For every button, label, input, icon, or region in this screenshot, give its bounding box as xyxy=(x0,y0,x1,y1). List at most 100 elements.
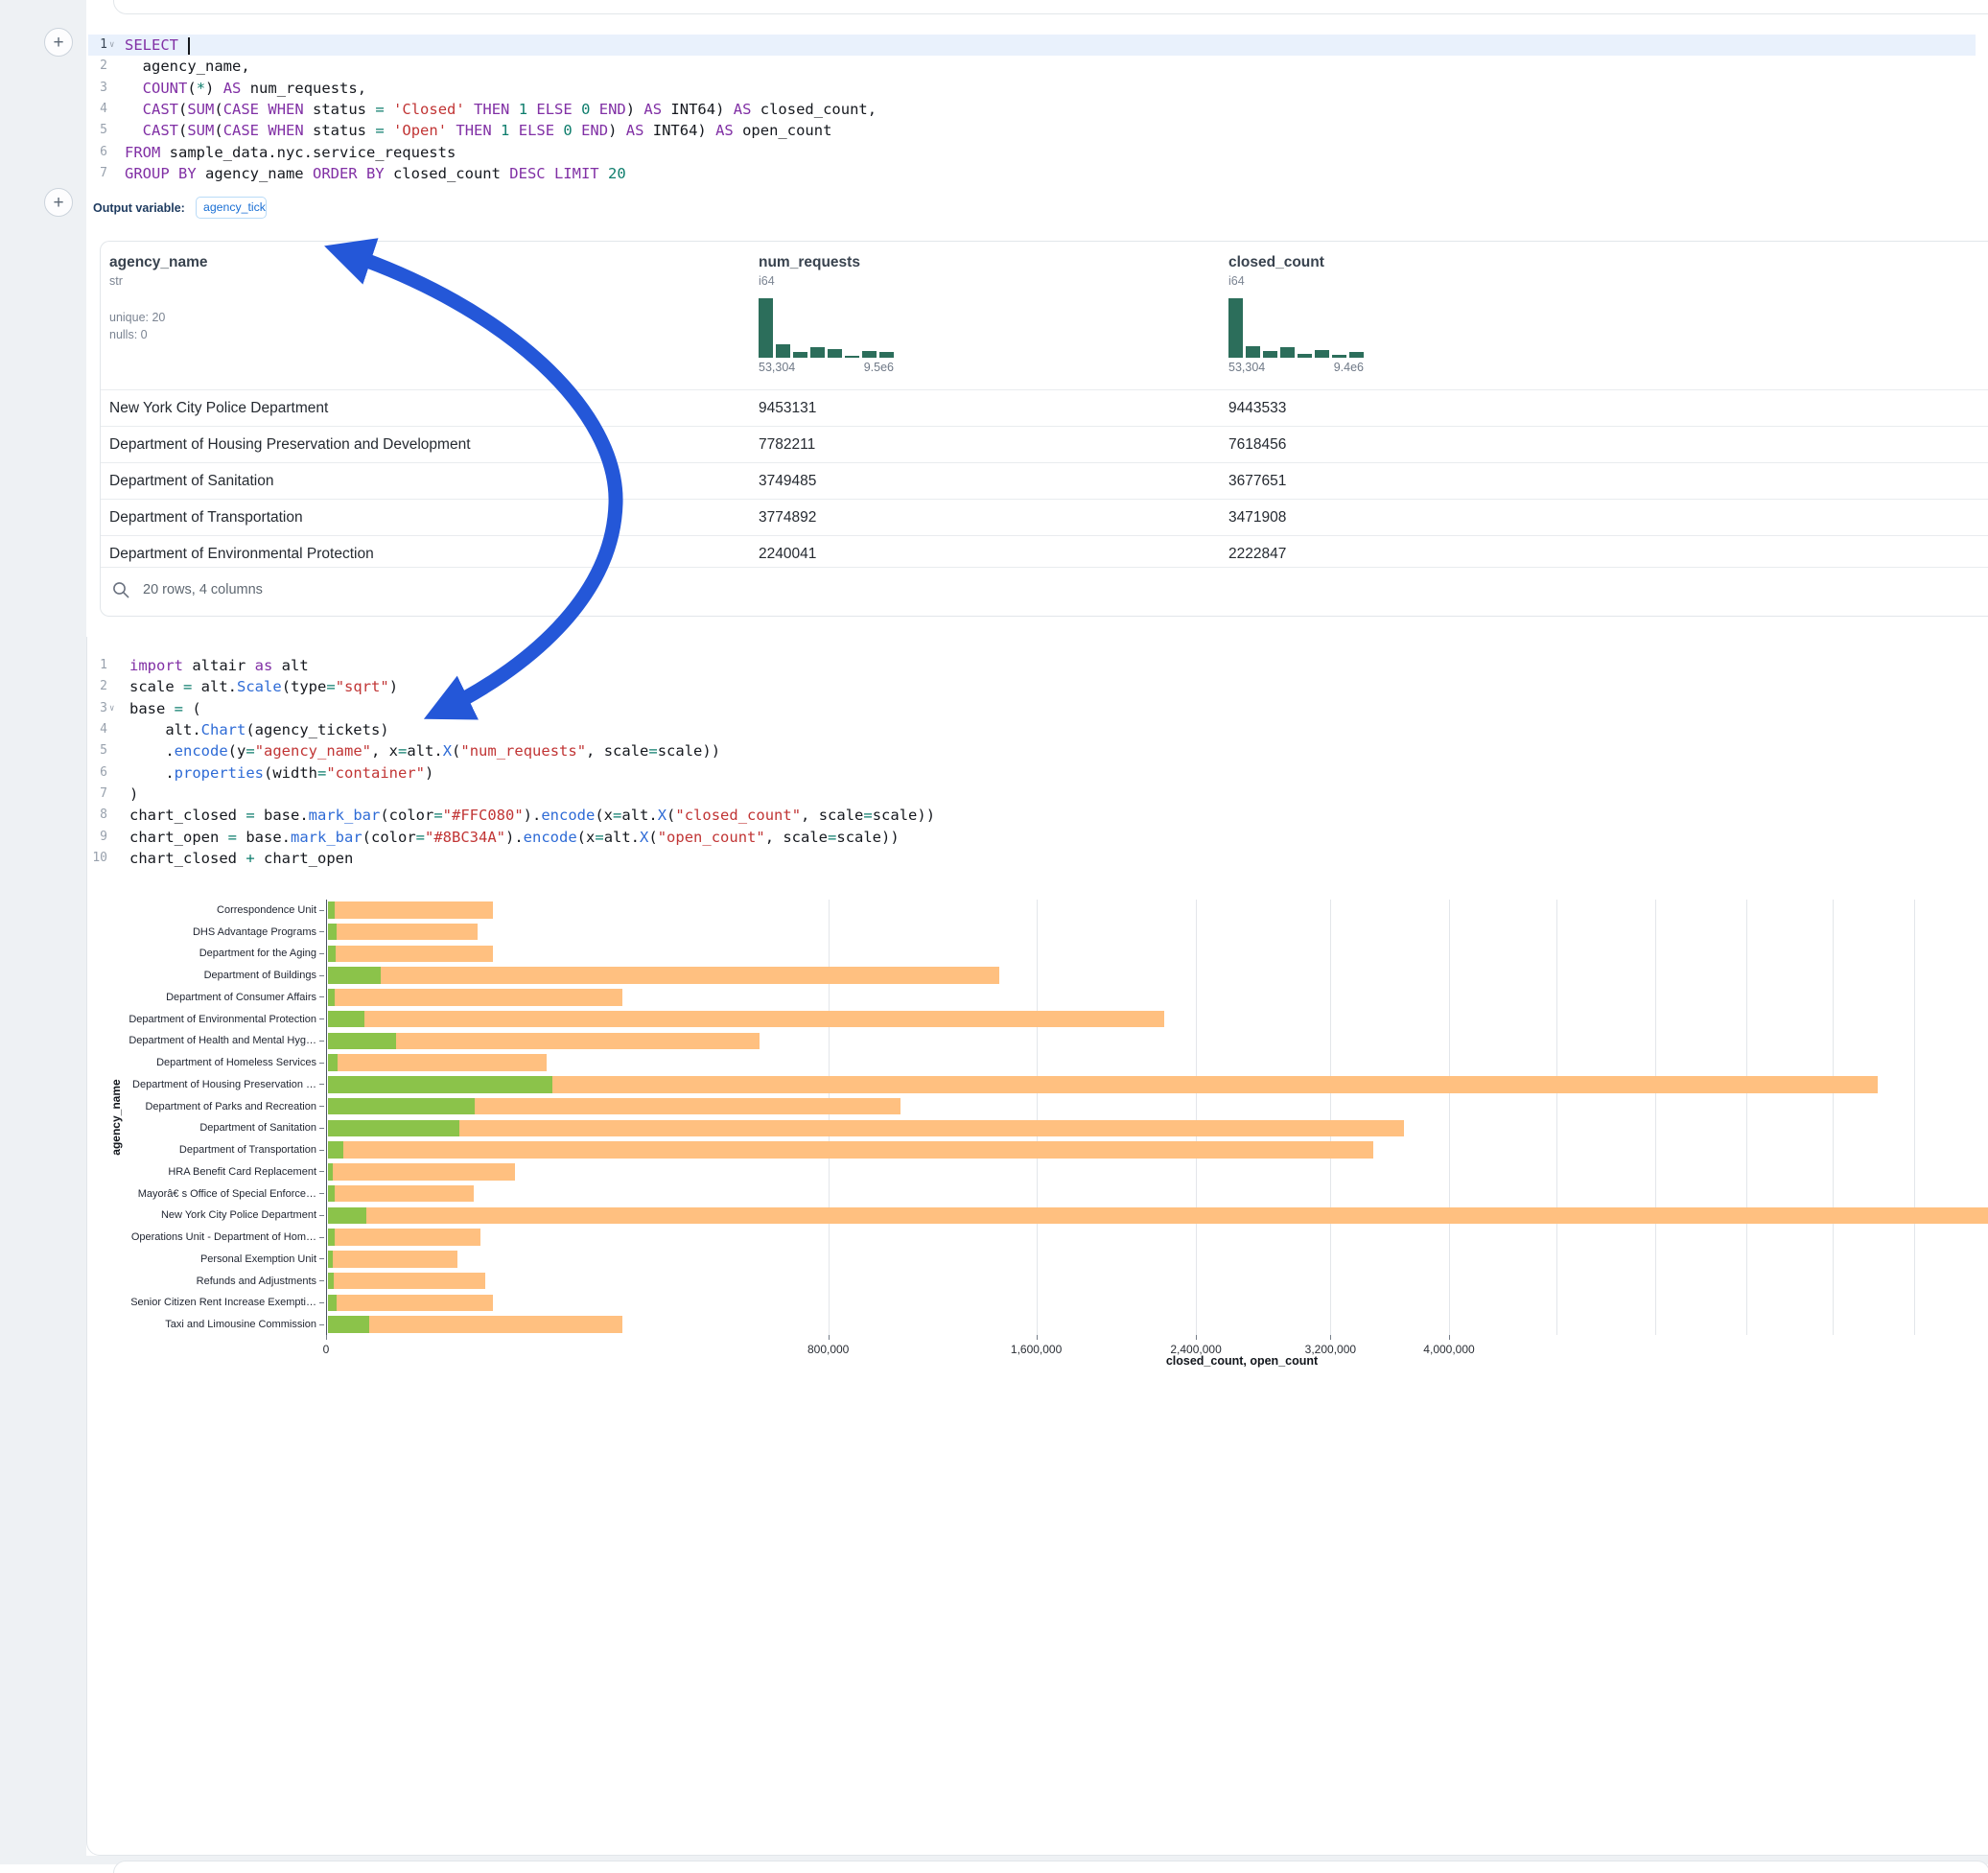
y-axis-label: Taxi and Limousine Commission xyxy=(88,1319,316,1330)
bar-open xyxy=(328,1251,333,1268)
x-tick-label: 0 xyxy=(323,1343,330,1356)
y-tick-mark xyxy=(319,1018,324,1019)
y-tick-mark xyxy=(319,996,324,997)
bar-closed xyxy=(328,1251,457,1268)
x-tick-label: 3,200,000 xyxy=(1305,1343,1356,1356)
bar-closed xyxy=(328,1120,1405,1137)
y-tick-mark xyxy=(319,910,324,911)
y-axis-label: Department of Homeless Services xyxy=(88,1057,316,1068)
y-tick-mark xyxy=(319,1193,324,1194)
gridline xyxy=(1330,900,1331,1336)
bar-open xyxy=(328,1076,552,1093)
y-tick-mark xyxy=(319,1215,324,1216)
bar-closed xyxy=(328,1207,1988,1225)
y-axis-label: Department of Sanitation xyxy=(88,1122,316,1134)
bar-open xyxy=(328,1185,335,1203)
gridline xyxy=(1746,900,1747,1336)
bar-chart: agency_name closed_count, open_count Cor… xyxy=(0,0,1988,1864)
bar-closed xyxy=(328,967,999,984)
y-axis-label: Department of Consumer Affairs xyxy=(88,992,316,1003)
y-axis-label: Department of Buildings xyxy=(88,970,316,981)
y-axis-label: Department of Housing Preservation … xyxy=(88,1079,316,1090)
bar-open xyxy=(328,967,382,984)
y-tick-mark xyxy=(319,1280,324,1281)
bar-open xyxy=(328,1163,334,1181)
gridline xyxy=(829,900,830,1336)
bar-closed xyxy=(328,989,622,1006)
y-tick-mark xyxy=(319,1171,324,1172)
y-axis-label: Mayorâ€ s Office of Special Enforce… xyxy=(88,1188,316,1200)
y-tick-mark xyxy=(319,1150,324,1151)
next-cell-top-edge xyxy=(113,1861,1988,1873)
y-tick-mark xyxy=(319,1041,324,1042)
gridline xyxy=(1196,900,1197,1336)
y-tick-mark xyxy=(319,975,324,976)
bar-open xyxy=(328,1033,397,1050)
x-tick-mark xyxy=(1449,1335,1450,1340)
bar-closed xyxy=(328,1141,1374,1159)
bar-open xyxy=(328,901,335,919)
x-tick-label: 1,600,000 xyxy=(1011,1343,1062,1356)
bar-open xyxy=(328,1295,337,1312)
y-axis-label: Refunds and Adjustments xyxy=(88,1276,316,1287)
y-axis-label: Department of Parks and Recreation xyxy=(88,1101,316,1112)
gridline xyxy=(1449,900,1450,1336)
y-tick-mark xyxy=(319,1106,324,1107)
x-tick-label: 4,000,000 xyxy=(1423,1343,1474,1356)
bar-closed xyxy=(328,1076,1878,1093)
y-axis-label: Department of Health and Mental Hyg… xyxy=(88,1035,316,1046)
y-axis-line xyxy=(326,900,327,1336)
bar-open xyxy=(328,946,336,963)
bar-open xyxy=(328,1207,367,1225)
bar-open xyxy=(328,1054,338,1071)
gridline xyxy=(1655,900,1656,1336)
y-tick-mark xyxy=(319,953,324,954)
gridline xyxy=(1833,900,1834,1336)
gridline xyxy=(1914,900,1915,1336)
x-tick-mark xyxy=(1196,1335,1197,1340)
x-tick-label: 2,400,000 xyxy=(1170,1343,1221,1356)
bar-closed xyxy=(328,946,494,963)
x-tick-mark xyxy=(1330,1335,1331,1340)
y-tick-mark xyxy=(319,1302,324,1303)
y-axis-label: Department of Transportation xyxy=(88,1144,316,1156)
bar-closed xyxy=(328,1316,622,1333)
y-tick-mark xyxy=(319,1324,324,1325)
bar-closed xyxy=(328,1163,515,1181)
bar-open xyxy=(328,1316,370,1333)
bar-closed xyxy=(328,901,494,919)
bar-closed xyxy=(328,1054,547,1071)
x-tick-mark xyxy=(326,1335,327,1340)
bar-open xyxy=(328,1141,343,1159)
y-axis-label: Department for the Aging xyxy=(88,948,316,959)
bar-open xyxy=(328,924,337,941)
y-tick-mark xyxy=(319,1128,324,1129)
y-axis-label: New York City Police Department xyxy=(88,1209,316,1221)
gridline xyxy=(1556,900,1557,1336)
bar-open xyxy=(328,1229,336,1246)
y-tick-mark xyxy=(319,931,324,932)
bar-closed xyxy=(328,1011,1165,1028)
y-axis-label: DHS Advantage Programs xyxy=(88,926,316,938)
y-tick-mark xyxy=(319,1084,324,1085)
bar-closed xyxy=(328,1185,474,1203)
bar-closed xyxy=(328,1273,486,1290)
y-axis-label: Department of Environmental Protection xyxy=(88,1014,316,1025)
x-tick-mark xyxy=(1037,1335,1038,1340)
y-tick-mark xyxy=(319,1258,324,1259)
y-tick-mark xyxy=(319,1237,324,1238)
y-axis-label: Operations Unit - Department of Hom… xyxy=(88,1231,316,1243)
x-tick-label: 800,000 xyxy=(807,1343,849,1356)
y-axis-label: Correspondence Unit xyxy=(88,904,316,916)
x-tick-mark xyxy=(829,1335,830,1340)
bar-closed xyxy=(328,1229,480,1246)
bar-open xyxy=(328,1120,459,1137)
y-axis-label: HRA Benefit Card Replacement xyxy=(88,1166,316,1178)
gridline xyxy=(1037,900,1038,1336)
y-axis-label: Senior Citizen Rent Increase Exempti… xyxy=(88,1297,316,1308)
y-axis-label: Personal Exemption Unit xyxy=(88,1253,316,1265)
bar-open xyxy=(328,1273,334,1290)
bar-open xyxy=(328,989,335,1006)
bar-open xyxy=(328,1098,475,1115)
y-tick-mark xyxy=(319,1063,324,1064)
